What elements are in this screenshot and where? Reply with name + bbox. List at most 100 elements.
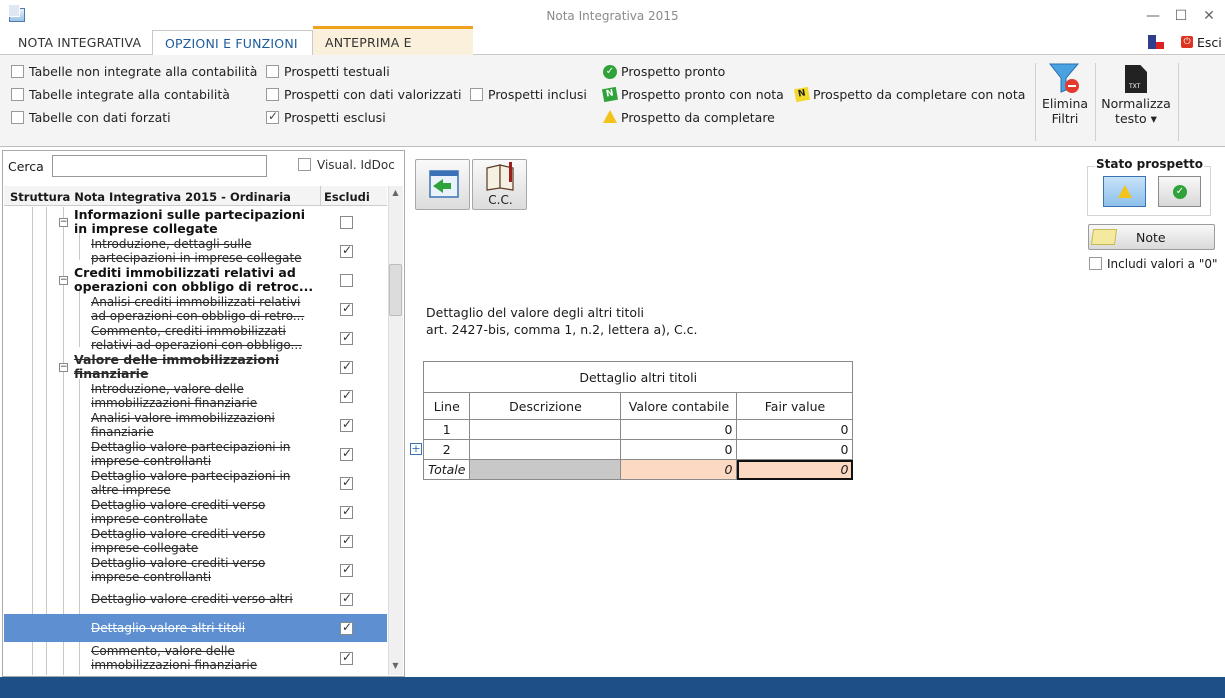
scroll-down-icon[interactable]: ▼ [388, 661, 403, 675]
maximize-button[interactable]: ☐ [1169, 6, 1193, 26]
tree-node-label: Commento, crediti immobilizzati relativi … [91, 324, 302, 352]
cell-fair[interactable]: 0 [736, 439, 854, 460]
stato-pronto-button[interactable]: ✓ [1158, 176, 1201, 207]
tree-node-label: Analisi valore immobilizzazioni finanziar… [91, 411, 275, 439]
cell-descrizione[interactable] [469, 439, 622, 460]
tree-node[interactable]: Dettaglio valore crediti verso altri [4, 584, 387, 613]
filter-testuali-checkbox[interactable] [266, 65, 279, 78]
collapse-icon[interactable]: − [59, 363, 68, 372]
tree-node-selected[interactable]: Dettaglio valore altri titoli [4, 614, 387, 642]
cell-valore[interactable]: 0 [620, 439, 738, 460]
filter-esclusi-checkbox[interactable] [266, 109, 279, 124]
tree-node[interactable]: Dettaglio valore partecipazioni in altre … [4, 468, 387, 497]
tree-node-label: Introduzione, valore delle immobilizzazio… [91, 382, 258, 410]
col-header-descrizione: Descrizione [469, 392, 622, 420]
filter-label: Prospetti testuali [284, 64, 390, 79]
exclude-checkbox[interactable] [340, 591, 353, 606]
tree-node-label: Dettaglio valore altri titoli [91, 621, 246, 635]
filter-integrate-checkbox[interactable] [11, 88, 24, 101]
flag-icon[interactable] [1148, 35, 1164, 49]
cell-total-fair[interactable]: 0 [736, 459, 854, 480]
cell-fair[interactable]: 0 [736, 419, 854, 440]
visual-iddoc-checkbox[interactable] [298, 158, 311, 171]
exclude-checkbox[interactable] [340, 274, 353, 287]
tree-node[interactable]: − Crediti immobilizzati relativi ad opera… [4, 265, 387, 294]
cc-button[interactable]: C.C. [472, 159, 527, 210]
tree-node[interactable]: Dettaglio valore crediti verso imprese co… [4, 497, 387, 526]
exclude-checkbox[interactable] [340, 359, 353, 374]
elimina-filtri-label[interactable]: Elimina Filtri [1040, 96, 1090, 126]
add-row-icon[interactable]: + [410, 443, 422, 455]
elimina-filtri-button[interactable] [1046, 62, 1082, 96]
tree-node-label: Dettaglio valore crediti verso altri [91, 592, 293, 606]
tree-node[interactable]: Commento, valore delle immobilizzazioni f… [4, 643, 387, 672]
exit-button[interactable]: Esci [1197, 35, 1222, 50]
tree-header: Struttura Nota Integrativa 2015 - Ordina… [4, 186, 387, 206]
close-button[interactable]: ✕ [1197, 6, 1221, 26]
exclude-checkbox[interactable] [340, 475, 353, 490]
tree-node[interactable]: Dettaglio valore crediti verso imprese co… [4, 555, 387, 584]
exclude-checkbox[interactable] [340, 533, 353, 548]
exclude-checkbox[interactable] [340, 243, 353, 258]
tree-node-label: Dettaglio valore crediti verso imprese co… [91, 498, 266, 526]
tree-node[interactable]: Dettaglio valore partecipazioni in impres… [4, 439, 387, 468]
col-header-line: Line [422, 392, 471, 420]
tab-anteprima-e-stampa[interactable]: ANTEPRIMA E STAMPA [313, 26, 473, 77]
tree-node[interactable]: − Valore delle immobilizzazioni finanziar… [4, 352, 387, 381]
ribbon-separator [1035, 63, 1036, 141]
back-button[interactable] [415, 159, 470, 210]
scroll-up-icon[interactable]: ▲ [388, 188, 403, 202]
exclude-checkbox[interactable] [340, 330, 353, 345]
stato-da-completare-button[interactable] [1103, 176, 1146, 207]
elimina-filtri-line1: Elimina [1041, 96, 1089, 111]
normalizza-testo-button[interactable]: Normalizza testo ▾ [1100, 96, 1172, 126]
cell-total-label: Totale [422, 459, 471, 480]
tree-node-label: Dettaglio valore crediti verso imprese co… [91, 556, 266, 584]
arrow-left-icon [429, 170, 459, 198]
tab-opzioni-e-funzioni[interactable]: OPZIONI E FUNZIONI [152, 30, 313, 56]
funnel-icon [1048, 63, 1080, 93]
collapse-icon[interactable]: − [59, 276, 68, 285]
exclude-checkbox[interactable] [340, 417, 353, 432]
cell-descrizione[interactable] [469, 419, 622, 440]
table-total-row: Totale 0 0 [422, 459, 854, 480]
normalizza-line1: Normalizza [1101, 96, 1171, 111]
exclude-checkbox[interactable] [340, 388, 353, 403]
visual-iddoc-label: Visual. IdDoc [317, 158, 395, 172]
check-circle-icon: ✓ [1173, 185, 1187, 199]
scroll-thumb[interactable] [389, 264, 402, 316]
search-input[interactable] [52, 155, 267, 177]
exclude-checkbox[interactable] [340, 301, 353, 316]
table-row: 2 0 0 [422, 439, 854, 460]
tree-node-label: Analisi crediti immobilizzati relativi ad… [91, 295, 305, 323]
exclude-checkbox[interactable] [340, 504, 353, 519]
minimize-button[interactable]: — [1141, 6, 1165, 26]
collapse-icon[interactable]: − [59, 218, 68, 227]
filter-inclusi-checkbox[interactable] [470, 88, 483, 101]
ribbon-separator [1095, 63, 1096, 141]
tree-node[interactable]: Introduzione, dettagli sulle partecipazio… [4, 236, 387, 265]
legend-pronto-label: Prospetto pronto [621, 64, 726, 79]
tree-node[interactable]: Dettaglio valore crediti verso imprese co… [4, 526, 387, 555]
tree-scrollbar[interactable] [388, 186, 403, 675]
tree-node[interactable]: Analisi valore immobilizzazioni finanziar… [4, 410, 387, 439]
tree-node[interactable]: Introduzione, valore delle immobilizzazio… [4, 381, 387, 410]
tab-nota-integrativa[interactable]: NOTA INTEGRATIVA [6, 30, 153, 55]
tree-node-label: Commento, valore delle immobilizzazioni f… [91, 644, 258, 672]
tree-node[interactable]: − Informazioni sulle partecipazioni in im… [4, 207, 387, 236]
tree-node[interactable]: Analisi crediti immobilizzati relativi ad… [4, 294, 387, 323]
exclude-checkbox[interactable] [340, 446, 353, 461]
exclude-checkbox[interactable] [340, 562, 353, 577]
filter-valorizzati-checkbox[interactable] [266, 88, 279, 101]
tree-node[interactable]: Commento, crediti immobilizzati relativi … [4, 323, 387, 352]
exclude-checkbox[interactable] [340, 650, 353, 665]
filter-non-integrate-checkbox[interactable] [11, 65, 24, 78]
cell-valore[interactable]: 0 [620, 419, 738, 440]
exclude-checkbox[interactable] [340, 620, 353, 635]
exclude-checkbox[interactable] [340, 216, 353, 229]
includi-zero-checkbox[interactable] [1089, 257, 1102, 270]
note-label[interactable]: Note [1136, 230, 1166, 245]
filter-dati-forzati-checkbox[interactable] [11, 111, 24, 124]
tree-node-label: Introduzione, dettagli sulle partecipazio… [91, 237, 302, 265]
power-icon[interactable]: ⏻ [1181, 36, 1193, 48]
